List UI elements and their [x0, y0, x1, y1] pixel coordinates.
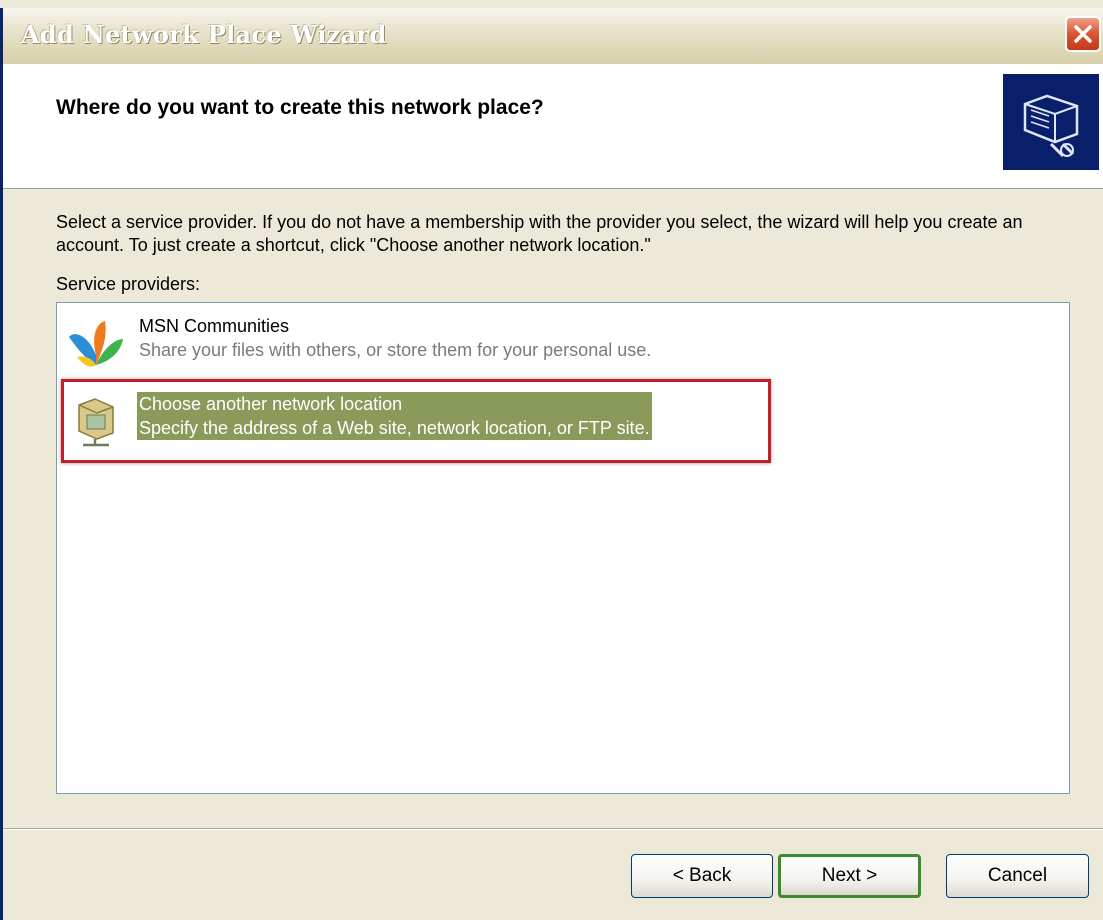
title-bar[interactable]: Add Network Place Wizard: [3, 8, 1103, 65]
provider-name: MSN Communities: [139, 316, 290, 336]
close-icon: [1074, 25, 1092, 43]
network-folder-icon: [1003, 74, 1099, 170]
cancel-button[interactable]: Cancel: [946, 854, 1089, 898]
wizard-window: Add Network Place Wizard Where do you wa…: [0, 8, 1103, 920]
msn-butterfly-icon: [69, 321, 123, 367]
instruction-text: Select a service provider. If you do not…: [56, 212, 1023, 255]
page-title: Where do you want to create this network…: [56, 96, 544, 119]
back-button[interactable]: < Back: [631, 854, 773, 898]
provider-description: Share your files with others, or store t…: [139, 340, 652, 360]
service-providers-label: Service providers:: [56, 274, 201, 294]
wizard-body: Select a service provider. If you do not…: [3, 189, 1103, 829]
window-title: Add Network Place Wizard: [21, 20, 387, 49]
close-button[interactable]: [1065, 16, 1101, 52]
service-provider-list[interactable]: MSN Communities Share your files with ot…: [56, 302, 1070, 794]
button-separator: [3, 828, 1103, 830]
wizard-header: Where do you want to create this network…: [3, 64, 1103, 189]
next-button[interactable]: Next >: [778, 854, 921, 898]
provider-item-msn-communities[interactable]: MSN Communities Share your files with ot…: [57, 309, 1069, 379]
selection-highlight-box: [61, 379, 771, 463]
provider-text-msn: MSN Communities Share your files with ot…: [139, 314, 651, 362]
